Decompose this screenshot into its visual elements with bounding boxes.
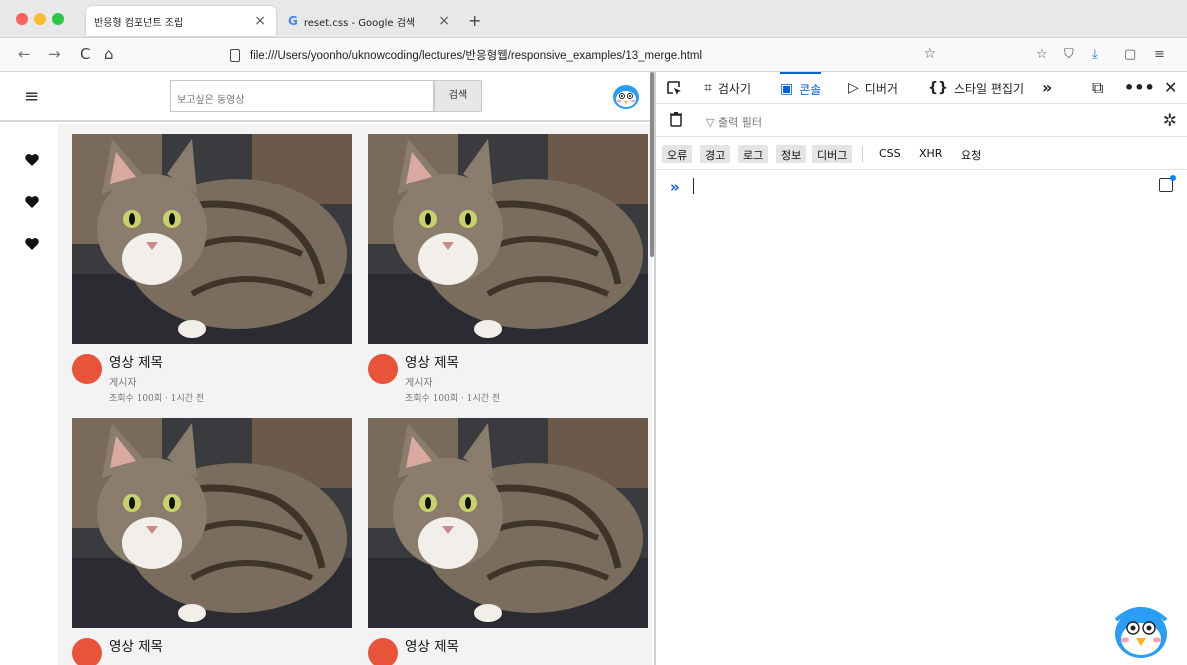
back-icon[interactable]: ←: [18, 45, 31, 63]
close-icon[interactable]: ×: [438, 13, 450, 29]
video-title[interactable]: 영상 제목: [109, 635, 163, 655]
video-title[interactable]: 영상 제목: [109, 351, 163, 371]
heart-icon[interactable]: [24, 152, 40, 168]
filter-placeholder: 출력 필터: [717, 116, 762, 129]
tab-label: 반응형 컴포넌트 조립: [94, 17, 184, 29]
search-button[interactable]: 검색: [434, 80, 482, 112]
level-log-button[interactable]: 로그: [738, 145, 769, 163]
video-info: 조회수 100회 · 1시간 전: [109, 394, 205, 404]
close-icon[interactable]: ✕: [1164, 78, 1177, 97]
minimize-window-button[interactable]: [34, 13, 46, 25]
more-options-icon[interactable]: •••: [1124, 78, 1155, 97]
split-console-icon[interactable]: [1159, 175, 1176, 192]
new-tab-button[interactable]: +: [468, 11, 481, 30]
video-card[interactable]: 영상 제목: [368, 418, 648, 665]
google-icon: G: [288, 14, 298, 28]
tab-label: 디버거: [864, 81, 898, 96]
search-input[interactable]: 보고싶은 동영상: [170, 80, 434, 112]
heart-icon[interactable]: [24, 236, 40, 252]
channel-avatar[interactable]: [72, 638, 102, 665]
bookmark-star-icon[interactable]: ☆: [923, 46, 936, 62]
request-xhr-button[interactable]: XHR: [914, 145, 947, 163]
mascot-logo: [1114, 607, 1168, 658]
channel-avatar[interactable]: [72, 354, 102, 384]
channel-avatar[interactable]: [368, 354, 398, 384]
tab-label: 검사기: [717, 81, 752, 96]
level-warning-button[interactable]: 경고: [700, 145, 731, 163]
video-grid: 영상 제목 게시자 조회수 100회 · 1시간 전 영상 제목 게시자 조회수…: [58, 124, 652, 665]
filter-input[interactable]: ▽ 출력 필터: [706, 114, 762, 130]
web-page: ≡ 보고싶은 동영상 검색 영상 제목 게시자 조회수 100회 · 1시간 전…: [0, 72, 652, 665]
home-icon[interactable]: ⌂: [104, 45, 114, 63]
page-icon: [230, 48, 240, 62]
console-input[interactable]: [693, 178, 694, 194]
close-icon[interactable]: ×: [254, 13, 266, 29]
filter-icon: ▽: [706, 116, 718, 129]
browser-tab-google[interactable]: G reset.css - Google 검색 ×: [280, 6, 460, 36]
trash-icon[interactable]: [670, 112, 682, 127]
close-window-button[interactable]: [16, 13, 28, 25]
tab-inspector[interactable]: ⌗ 검사기: [704, 72, 751, 104]
video-author[interactable]: 게시자: [405, 374, 433, 389]
level-debug-button[interactable]: 디버그: [812, 145, 853, 163]
video-card[interactable]: 영상 제목 게시자 조회수 100회 · 1시간 전: [72, 134, 352, 414]
video-info: 조회수 100회 · 1시간 전: [405, 394, 501, 404]
tab-label: 콘솔: [799, 82, 822, 97]
tab-label: 스타일 편집기: [953, 81, 1024, 96]
pocket-icon[interactable]: ⛉: [1064, 47, 1074, 62]
video-thumbnail[interactable]: [72, 418, 352, 628]
responsive-design-icon[interactable]: ⧉: [1092, 78, 1103, 98]
log-level-bar: 오류 경고 로그 정보 디버그 CSS XHR 요청: [656, 138, 1187, 170]
video-title[interactable]: 영상 제목: [405, 351, 459, 371]
reload-icon[interactable]: C: [80, 45, 90, 63]
debugger-icon: ▷: [848, 80, 859, 96]
console-prompt: »: [670, 178, 680, 196]
video-thumbnail[interactable]: [368, 418, 648, 628]
console-filter-bar: ▽ 출력 필터 ✲: [656, 105, 1187, 137]
navigation-bar: ← → C ⌂ file:///Users/yoonho/uknowcoding…: [0, 38, 1187, 72]
divider: [862, 146, 863, 162]
url-text: file:///Users/yoonho/uknowcoding/lecture…: [250, 50, 703, 62]
menu-icon[interactable]: ≡: [1154, 47, 1165, 62]
more-tabs-icon[interactable]: »: [1042, 78, 1052, 97]
video-thumbnail[interactable]: [72, 134, 352, 344]
tab-debugger[interactable]: ▷ 디버거: [848, 72, 898, 104]
avatar[interactable]: [612, 84, 640, 110]
devtools-panel: ⌗ 검사기 ▣ 콘솔 ▷ 디버거 {} 스타일 편집기 » ⧉ ••• ✕ ▽ …: [656, 72, 1187, 665]
channel-avatar[interactable]: [368, 638, 398, 665]
tab-label: reset.css - Google 검색: [303, 17, 416, 29]
request-requests-button[interactable]: 요청: [956, 145, 986, 163]
level-error-button[interactable]: 오류: [662, 145, 693, 163]
video-author[interactable]: 게시자: [109, 374, 137, 389]
request-css-button[interactable]: CSS: [874, 145, 906, 163]
devtools-toolbar: ⌗ 검사기 ▣ 콘솔 ▷ 디버거 {} 스타일 편집기 » ⧉ ••• ✕: [656, 72, 1187, 104]
tab-console[interactable]: ▣ 콘솔: [780, 72, 822, 104]
video-card[interactable]: 영상 제목 게시자 조회수 100회 · 1시간 전: [368, 134, 648, 414]
console-icon: ▣: [780, 81, 794, 97]
maximize-window-button[interactable]: [52, 13, 64, 25]
download-icon[interactable]: ⤓: [1092, 47, 1098, 62]
video-card[interactable]: 영상 제목: [72, 418, 352, 665]
tab-style-editor[interactable]: {} 스타일 편집기: [928, 72, 1024, 104]
bookmarks-icon[interactable]: ☆: [1036, 47, 1048, 62]
heart-icon[interactable]: [24, 194, 40, 210]
element-picker-icon[interactable]: [666, 80, 682, 96]
browser-tab-active[interactable]: 반응형 컴포넌트 조립 ×: [86, 6, 276, 36]
style-editor-icon: {}: [928, 80, 948, 96]
address-bar[interactable]: file:///Users/yoonho/uknowcoding/lecture…: [224, 42, 944, 68]
video-thumbnail[interactable]: [368, 134, 648, 344]
sidebar: [0, 124, 58, 665]
forward-icon[interactable]: →: [48, 45, 61, 63]
page-header: ≡ 보고싶은 동영상 검색: [0, 72, 652, 122]
inspector-icon: ⌗: [704, 80, 712, 96]
level-info-button[interactable]: 정보: [776, 145, 807, 163]
extensions-icon[interactable]: ▢: [1124, 47, 1136, 62]
gear-icon[interactable]: ✲: [1163, 111, 1177, 131]
video-title[interactable]: 영상 제목: [405, 635, 459, 655]
browser-tab-bar: 반응형 컴포넌트 조립 × G reset.css - Google 검색 × …: [0, 0, 1187, 38]
hamburger-menu-icon[interactable]: ≡: [24, 86, 39, 107]
